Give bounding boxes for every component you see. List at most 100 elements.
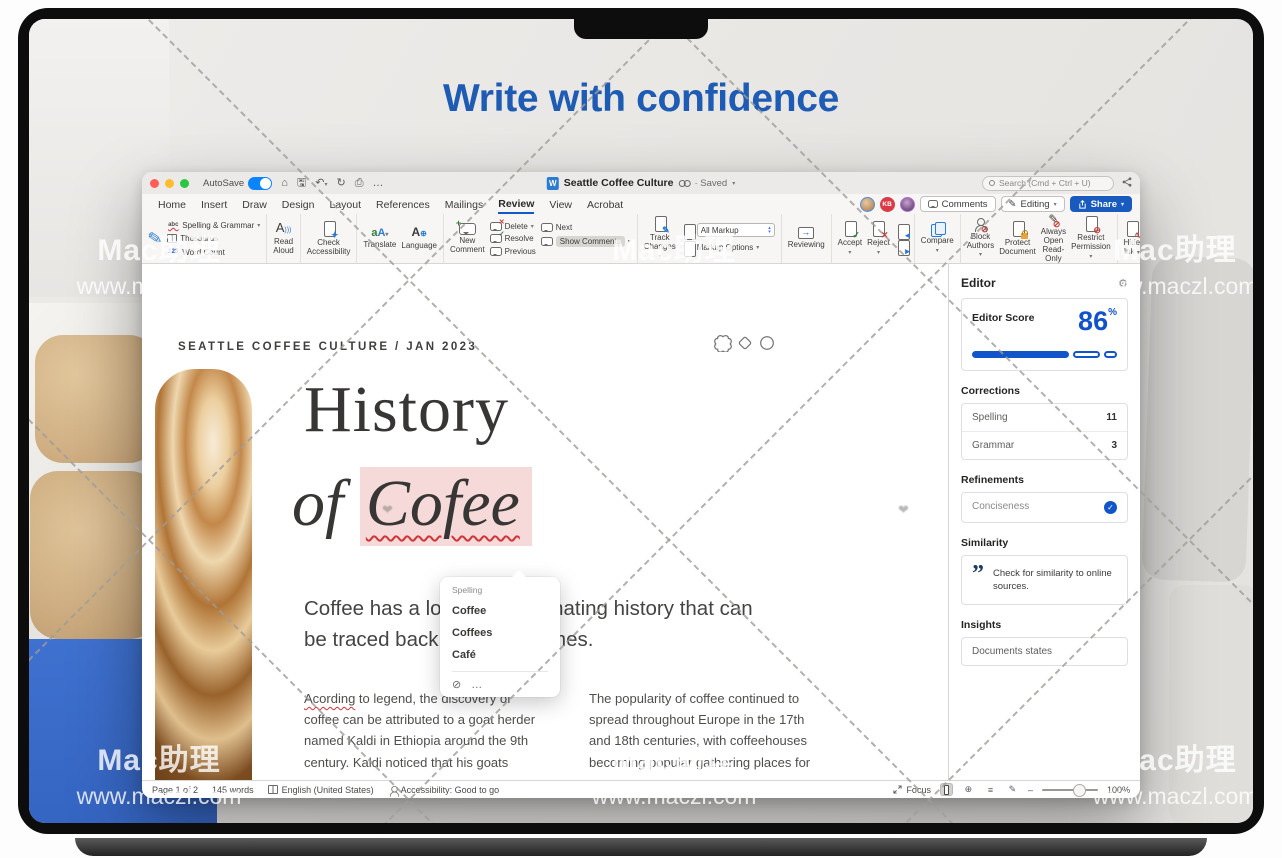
delete-comment-button[interactable]: ✕ Delete▾ bbox=[490, 222, 536, 231]
hide-ink-icon: ∿ bbox=[1124, 221, 1140, 237]
zoom-level[interactable]: 100% bbox=[1107, 785, 1130, 795]
undo-icon[interactable]: ↶▾ bbox=[315, 178, 327, 189]
tab-mailings[interactable]: Mailings bbox=[445, 196, 484, 213]
tab-references[interactable]: References bbox=[376, 196, 430, 213]
comments-button[interactable]: Comments bbox=[920, 196, 996, 212]
check-accessibility-button[interactable]: ✦ Check Accessibility bbox=[307, 221, 351, 257]
grammar-row[interactable]: Grammar3 bbox=[962, 431, 1127, 459]
track-changes-button[interactable]: ✎ Track Changes▾ bbox=[644, 216, 676, 261]
editor-pen-icon: ✎ bbox=[146, 228, 163, 249]
reject-change-button[interactable]: ✕ Reject ▾ bbox=[867, 221, 890, 257]
more-options[interactable]: … bbox=[471, 679, 482, 691]
zoom-out-button[interactable]: – bbox=[1028, 785, 1033, 795]
editor-score-value: 86% bbox=[1078, 308, 1117, 335]
new-comment-button[interactable]: + New Comment bbox=[450, 223, 485, 255]
page-indicator[interactable]: Page 1 of 2 bbox=[152, 785, 198, 795]
suggestion-coffee[interactable]: Coffee bbox=[452, 605, 548, 617]
language-indicator[interactable]: English (United States) bbox=[268, 785, 374, 795]
language-button[interactable]: A⊕ Language bbox=[401, 226, 437, 250]
home-icon[interactable]: ⌂ bbox=[281, 178, 288, 189]
comments-group: + New Comment ✕ Delete▾ ✓ Resolve bbox=[444, 214, 638, 263]
minimize-window-button[interactable] bbox=[165, 179, 174, 188]
print-layout-view-button[interactable] bbox=[940, 783, 953, 796]
word-count-indicator[interactable]: 145 words bbox=[212, 785, 254, 795]
draft-view-button[interactable]: ✎ bbox=[1006, 783, 1019, 796]
always-open-read-only-button[interactable]: ✎⊘ Always Open Read-Only bbox=[1041, 214, 1066, 264]
ignore-icon[interactable]: ⊘ bbox=[452, 678, 461, 691]
saved-status[interactable]: · Saved bbox=[694, 178, 727, 189]
spelling-row[interactable]: Spelling11 bbox=[962, 404, 1127, 431]
more-commands-icon[interactable]: … bbox=[373, 178, 384, 189]
track-changes-icon: ✎ bbox=[652, 216, 668, 232]
wallpaper-food bbox=[35, 335, 157, 463]
markup-select[interactable]: All Markup ▴▾ bbox=[697, 223, 775, 237]
book-icon bbox=[167, 234, 177, 243]
show-comments-button[interactable]: Show Comments▾ bbox=[541, 236, 631, 247]
progress-segment-filled bbox=[972, 351, 1069, 358]
previous-comment-button[interactable]: Previous bbox=[490, 247, 536, 256]
next-comment-button[interactable]: Next bbox=[541, 223, 631, 232]
search-icon bbox=[989, 180, 995, 186]
protect-document-button[interactable]: Protect Document bbox=[999, 221, 1035, 257]
read-aloud-button[interactable]: A))) Read Aloud bbox=[273, 221, 293, 255]
reviewing-pane-button[interactable]: Reviewing bbox=[788, 227, 825, 250]
status-bar: Page 1 of 2 145 words English (United St… bbox=[142, 780, 1140, 798]
editing-mode-button[interactable]: ✎ Editing▾ bbox=[1001, 196, 1065, 212]
tab-insert[interactable]: Insert bbox=[201, 196, 227, 213]
document-title[interactable]: Seattle Coffee Culture bbox=[564, 177, 674, 189]
hero-headline: Write with confidence bbox=[29, 77, 1253, 121]
accessibility-indicator[interactable]: Accessibility: Good to go bbox=[388, 785, 500, 795]
accept-icon: ✓ bbox=[842, 221, 858, 237]
suggestion-coffees[interactable]: Coffees bbox=[452, 627, 548, 639]
conciseness-row[interactable]: Conciseness ✓ bbox=[962, 493, 1127, 522]
tab-layout[interactable]: Layout bbox=[329, 196, 361, 213]
markup-options-button[interactable]: Markup Options▾ bbox=[681, 241, 775, 254]
previous-change-icon[interactable]: ◂ bbox=[895, 224, 908, 237]
read-aloud-icon: A))) bbox=[276, 221, 292, 236]
tab-view[interactable]: View bbox=[549, 196, 572, 213]
avatar[interactable] bbox=[860, 197, 875, 212]
gear-icon[interactable]: ⚙ bbox=[1118, 277, 1128, 290]
zoom-slider[interactable] bbox=[1042, 789, 1098, 791]
tab-home[interactable]: Home bbox=[158, 196, 186, 213]
save-icon[interactable]: 🖫 bbox=[297, 178, 306, 189]
tab-design[interactable]: Design bbox=[282, 196, 315, 213]
misspelled-word[interactable]: Acording bbox=[304, 691, 355, 706]
tab-acrobat[interactable]: Acrobat bbox=[587, 196, 623, 213]
next-change-icon[interactable]: ▸ bbox=[895, 240, 908, 253]
tab-draw[interactable]: Draw bbox=[242, 196, 267, 213]
avatar[interactable] bbox=[900, 197, 915, 212]
block-authors-button[interactable]: ⊘ Block Authors ▾ bbox=[967, 218, 995, 260]
redo-icon[interactable]: ↻ bbox=[336, 178, 345, 189]
document-stats-row[interactable]: Documents states bbox=[962, 638, 1127, 665]
accept-change-button[interactable]: ✓ Accept ▾ bbox=[838, 221, 862, 257]
resolve-comment-button[interactable]: ✓ Resolve bbox=[490, 234, 536, 243]
fullscreen-window-button[interactable] bbox=[180, 179, 189, 188]
changes-group: ✓ Accept ▾ ✕ Reject ▾ ◂ ▸ bbox=[832, 214, 915, 263]
editor-score-card[interactable]: Editor Score 86% bbox=[961, 298, 1128, 371]
similarity-card[interactable]: ” Check for similarity to online sources… bbox=[961, 555, 1128, 605]
editor-button[interactable]: ✎ bbox=[148, 229, 162, 248]
thesaurus-button[interactable]: Thesaurus bbox=[167, 234, 260, 243]
print-icon[interactable]: ⎙ bbox=[355, 178, 364, 189]
progress-segment-outline bbox=[1104, 351, 1117, 358]
tab-review[interactable]: Review bbox=[498, 195, 534, 214]
window-share-icon[interactable] bbox=[1122, 177, 1132, 190]
share-button[interactable]: Share▾ bbox=[1070, 196, 1132, 212]
translate-button[interactable]: aA▾ Translate bbox=[363, 227, 396, 250]
suggestion-cafe[interactable]: Café bbox=[452, 649, 548, 661]
restrict-permission-button[interactable]: ⊖ Restrict Permission ▾ bbox=[1071, 216, 1111, 261]
hide-ink-button[interactable]: ∿ Hide Ink ▾ bbox=[1124, 221, 1140, 257]
avatar[interactable]: KB bbox=[880, 197, 895, 212]
close-window-button[interactable] bbox=[150, 179, 159, 188]
refinements-header: Refinements bbox=[961, 474, 1128, 486]
autosave-toggle[interactable] bbox=[248, 177, 272, 190]
compare-button[interactable]: Compare ▾ bbox=[921, 222, 954, 255]
spelling-grammar-button[interactable]: abc Spelling & Grammar▾ bbox=[167, 220, 260, 231]
outline-view-button[interactable]: ≡ bbox=[984, 783, 997, 796]
web-layout-view-button[interactable]: ⊕ bbox=[962, 783, 975, 796]
word-count-button[interactable]: 123 Word Count bbox=[167, 247, 260, 258]
search-input[interactable]: Search (Cmd + Ctrl + U) bbox=[982, 176, 1114, 191]
focus-button[interactable]: Focus bbox=[893, 785, 931, 795]
document-page[interactable]: SEATTLE COFFEE CULTURE / JAN 2023 Histor… bbox=[142, 264, 948, 780]
